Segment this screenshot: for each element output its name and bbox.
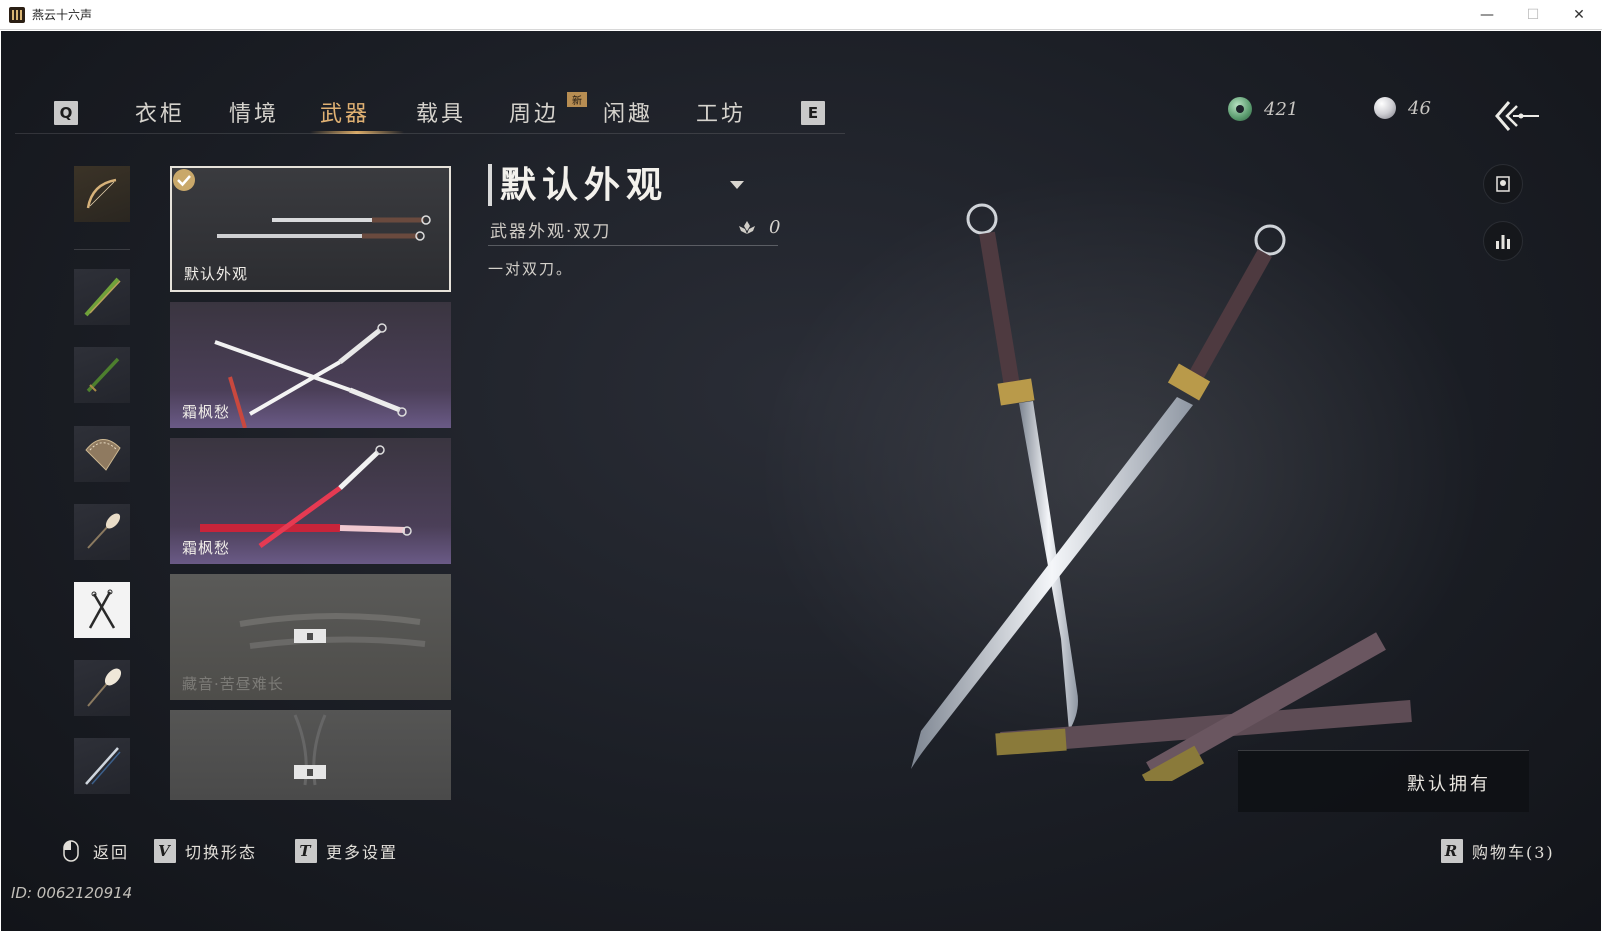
maximize-button[interactable]: ☐ xyxy=(1510,0,1556,30)
lock-icon xyxy=(294,765,326,779)
category-sword[interactable] xyxy=(74,738,130,794)
skin-label: 霜枫愁 xyxy=(182,539,231,557)
category-umbrella[interactable] xyxy=(74,660,130,716)
owned-status-box: 默认拥有 xyxy=(1238,750,1529,812)
popularity: 0 xyxy=(737,217,780,238)
key-v: V xyxy=(154,839,176,863)
bar-chart-icon xyxy=(1496,235,1510,249)
category-fan[interactable] xyxy=(74,426,130,482)
green-blade-icon xyxy=(86,357,120,393)
skin-card-default[interactable]: 默认外观 xyxy=(170,166,451,292)
lotus-icon xyxy=(739,220,755,234)
jade-amount: 421 xyxy=(1264,98,1299,120)
mouse-icon xyxy=(63,840,79,862)
key-q-prev-tab[interactable]: Q xyxy=(54,101,78,125)
category-divider xyxy=(74,249,130,250)
brush-icon xyxy=(87,513,121,549)
close-button[interactable]: ✕ xyxy=(1556,0,1602,30)
skin-card-cangyin-locked[interactable]: 藏音·苦昼难长 xyxy=(170,574,451,700)
umbrella-icon xyxy=(87,668,122,707)
bow-icon xyxy=(86,178,117,209)
tab-workshop[interactable]: 工坊 xyxy=(696,96,746,128)
hint-settings-label: 更多设置 xyxy=(326,843,399,862)
category-spear[interactable] xyxy=(74,269,130,325)
nav-divider xyxy=(15,133,845,134)
key-t: T xyxy=(295,839,317,863)
minimize-button[interactable]: — xyxy=(1464,0,1510,30)
hint-cart-label: 购物车(3) xyxy=(1472,843,1555,862)
tab-vehicles[interactable]: 载具 xyxy=(416,96,466,128)
skin-card-shuangfengchou-2[interactable]: 霜枫愁 xyxy=(170,438,451,564)
game-viewport: Q 衣柜 情境 武器 载具 周边 新 闲趣 工坊 E 421 46 默认外观 霜… xyxy=(1,31,1601,931)
stats-button[interactable] xyxy=(1483,221,1523,261)
hint-switch-form[interactable]: V 切换形态 xyxy=(154,839,257,863)
category-blade[interactable] xyxy=(74,347,130,403)
skin-description: 一对双刀。 xyxy=(488,260,574,278)
skin-category: 武器外观·双刀 xyxy=(490,222,612,242)
category-bow[interactable] xyxy=(74,166,130,222)
hint-more-settings[interactable]: T 更多设置 xyxy=(295,839,398,863)
hint-switch-label: 切换形态 xyxy=(185,843,258,862)
portrait-icon xyxy=(1496,176,1510,192)
skin-title: 默认外观 xyxy=(488,164,668,206)
category-brush[interactable] xyxy=(74,504,130,560)
hint-back[interactable]: 返回 xyxy=(63,839,129,863)
pearl-amount: 46 xyxy=(1408,97,1431,119)
dual-blades-icon xyxy=(88,589,116,629)
locked-skin-thumb xyxy=(293,714,327,786)
detail-divider xyxy=(488,245,778,246)
pearl-icon xyxy=(1374,97,1396,119)
tab-merch[interactable]: 周边 xyxy=(509,96,559,128)
weapon-preview[interactable] xyxy=(881,171,1461,781)
jade-coin-icon xyxy=(1228,97,1252,121)
window-controls: — ☐ ✕ xyxy=(1464,0,1602,30)
app-icon xyxy=(9,6,25,23)
hint-cart[interactable]: R 购物车(3) xyxy=(1441,839,1555,863)
skin-card-locked[interactable] xyxy=(170,710,451,800)
portrait-view-button[interactable] xyxy=(1483,164,1523,204)
fan-icon xyxy=(85,439,121,471)
tab-weapons[interactable]: 武器 xyxy=(320,96,370,128)
skin-label: 霜枫愁 xyxy=(182,403,231,421)
back-arrow-icon[interactable] xyxy=(1495,99,1541,133)
sword-icon xyxy=(85,747,121,785)
chevron-down-icon[interactable] xyxy=(730,181,744,189)
skin-label: 藏音·苦昼难长 xyxy=(182,675,284,693)
category-dual-blades[interactable] xyxy=(74,582,130,638)
owned-status: 默认拥有 xyxy=(1407,774,1491,795)
green-spear-icon xyxy=(84,277,121,317)
tab-leisure[interactable]: 闲趣 xyxy=(603,96,653,128)
key-r: R xyxy=(1441,839,1463,863)
top-nav: Q 衣柜 情境 武器 载具 周边 新 闲趣 工坊 E xyxy=(15,61,845,136)
key-e-next-tab[interactable]: E xyxy=(801,101,825,125)
window-titlebar: 燕云十六声 — ☐ ✕ xyxy=(0,0,1602,30)
new-badge: 新 xyxy=(567,92,587,107)
popularity-count: 0 xyxy=(769,217,781,238)
tab-scene[interactable]: 情境 xyxy=(229,96,279,128)
lock-icon xyxy=(294,629,326,643)
pearl-currency: 46 xyxy=(1374,97,1431,119)
tab-wardrobe[interactable]: 衣柜 xyxy=(135,96,185,128)
skin-label: 默认外观 xyxy=(184,265,249,283)
skin-card-shuangfengchou-1[interactable]: 霜枫愁 xyxy=(170,302,451,428)
window-title: 燕云十六声 xyxy=(32,8,93,22)
jade-currency: 421 xyxy=(1228,97,1298,121)
hint-back-label: 返回 xyxy=(93,843,130,862)
player-id: ID: 0062120914 xyxy=(11,884,133,902)
